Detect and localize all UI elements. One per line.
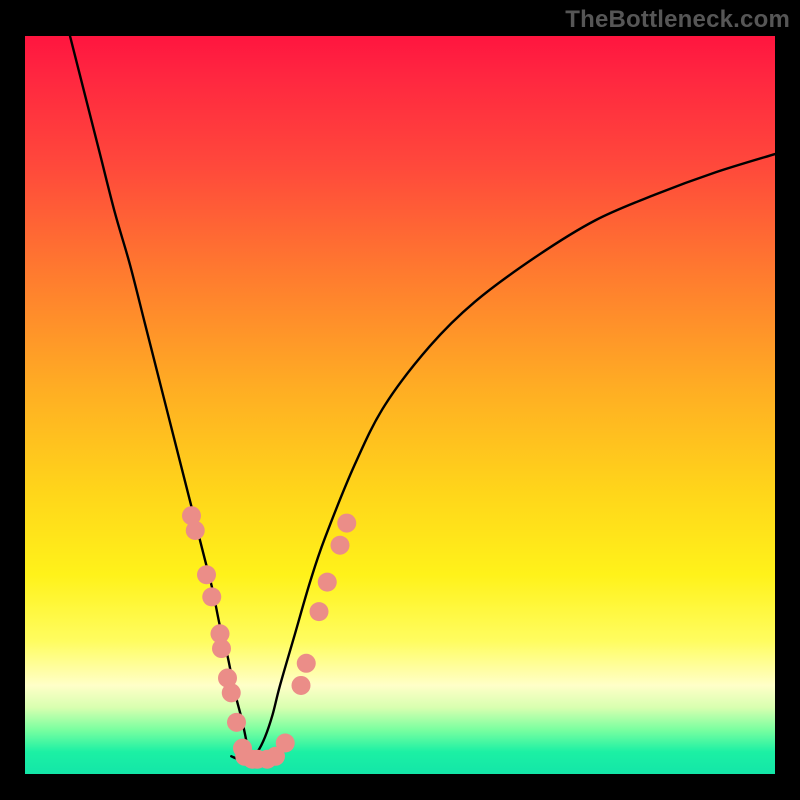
data-marker [276, 734, 295, 753]
watermark-text: TheBottleneck.com [565, 6, 790, 34]
data-marker [337, 514, 356, 533]
data-marker [222, 683, 241, 702]
data-marker [186, 521, 205, 540]
data-marker [310, 602, 329, 621]
data-marker [297, 654, 316, 673]
right-branch-line [250, 154, 775, 759]
chart-frame: TheBottleneck.com [0, 0, 800, 800]
data-marker [331, 536, 350, 555]
plot-area [25, 36, 775, 774]
curve-svg [25, 36, 775, 774]
data-marker [292, 676, 311, 695]
data-marker [318, 573, 337, 592]
data-marker [197, 565, 216, 584]
data-marker [212, 639, 231, 658]
data-marker [227, 713, 246, 732]
data-marker [202, 587, 221, 606]
